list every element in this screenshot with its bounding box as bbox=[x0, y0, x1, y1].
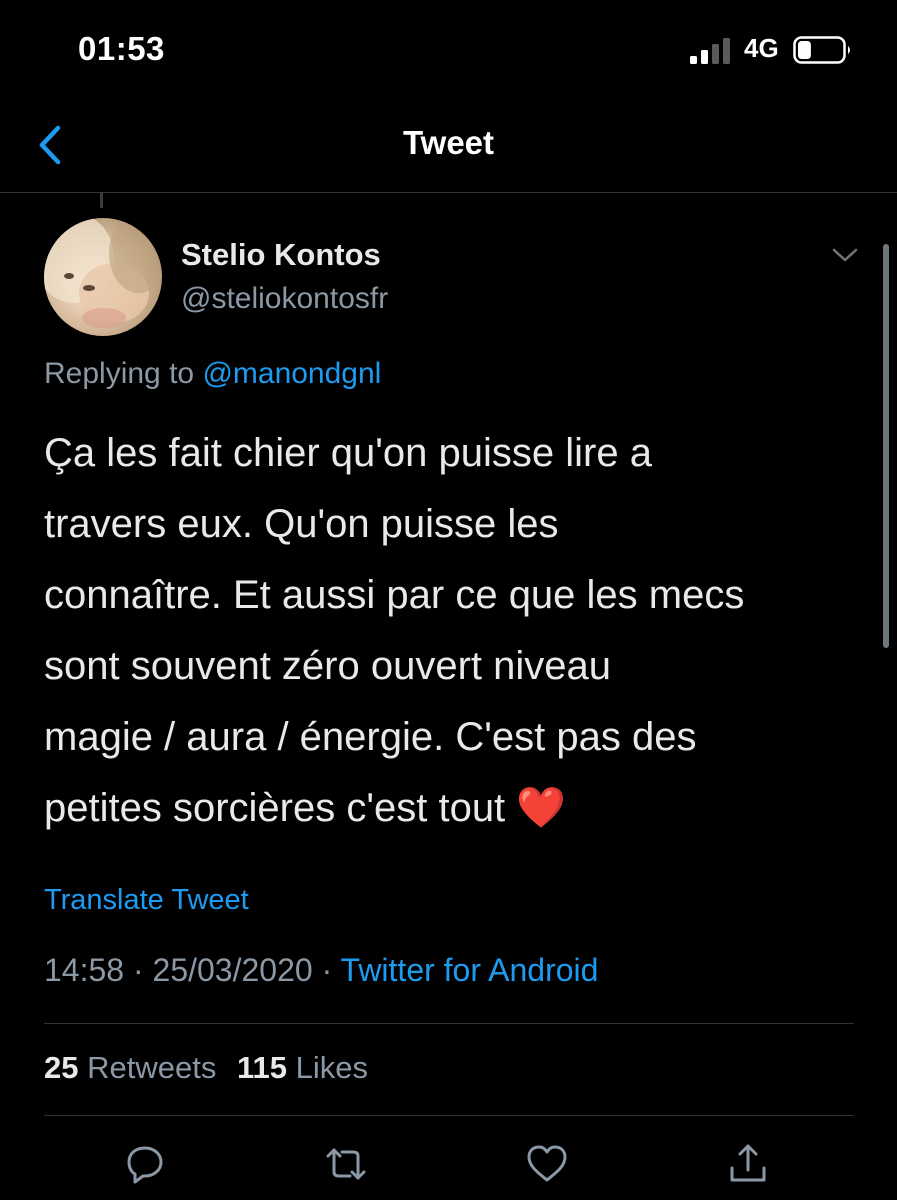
tweet-text-line-content: petites sorcières c'est tout bbox=[44, 786, 506, 830]
tweet-text: Ça les fait chier qu'on puisse lire a tr… bbox=[44, 418, 874, 844]
meta-separator: · bbox=[312, 952, 341, 988]
status-time: 01:53 bbox=[78, 30, 165, 67]
author-handle[interactable]: @steliokontosfr bbox=[181, 282, 388, 316]
divider bbox=[44, 1023, 854, 1024]
divider bbox=[44, 1115, 854, 1116]
share-icon[interactable] bbox=[724, 1140, 772, 1188]
avatar[interactable] bbox=[44, 218, 162, 336]
retweet-icon[interactable] bbox=[322, 1140, 370, 1188]
page-title: Tweet bbox=[402, 124, 495, 161]
likes-label: Likes bbox=[295, 1050, 368, 1085]
tweet-time: 14:58 bbox=[44, 952, 125, 988]
nav-bar: Tweet bbox=[0, 100, 897, 193]
battery-icon bbox=[793, 36, 850, 64]
signal-icon bbox=[690, 38, 730, 64]
tweet-text-line: travers eux. Qu'on puisse les bbox=[44, 502, 559, 546]
tweet-text-line: sont souvent zéro ouvert niveau bbox=[44, 644, 612, 688]
tweet-metadata: 14:58 · 25/03/2020 · Twitter for Android bbox=[44, 952, 598, 989]
retweets-stat[interactable]: 25 Retweets bbox=[44, 1050, 216, 1085]
meta-separator: · bbox=[124, 952, 153, 988]
tweet-text-line: connaître. Et aussi par ce que les mecs bbox=[44, 573, 745, 617]
tweet-source-link[interactable]: Twitter for Android bbox=[341, 952, 599, 988]
scrollbar[interactable] bbox=[883, 244, 889, 648]
tweet-text-line: Ça les fait chier qu'on puisse lire a bbox=[44, 431, 652, 475]
replying-to: Replying to @manondgnl bbox=[44, 357, 381, 391]
likes-count: 115 bbox=[236, 1050, 287, 1085]
chevron-down-icon[interactable] bbox=[830, 242, 860, 266]
reply-icon[interactable] bbox=[121, 1140, 169, 1188]
tweet-text-line: magie / aura / énergie. C'est pas des bbox=[44, 715, 697, 759]
heart-emoji-icon: ❤️ bbox=[516, 786, 567, 830]
replying-to-handle-link[interactable]: @manondgnl bbox=[202, 357, 381, 390]
replying-label: Replying to bbox=[44, 357, 195, 390]
retweets-label: Retweets bbox=[87, 1050, 217, 1085]
thread-connector-line bbox=[100, 192, 103, 208]
status-bar: 01:53 4G bbox=[0, 0, 897, 100]
tweet-text-line-last: petites sorcières c'est tout ❤️ bbox=[44, 773, 874, 844]
avatar-photo bbox=[44, 218, 162, 328]
author-name[interactable]: Stelio Kontos bbox=[181, 237, 381, 273]
translate-tweet-link[interactable]: Translate Tweet bbox=[44, 884, 249, 917]
likes-stat[interactable]: 115 Likes bbox=[237, 1050, 368, 1085]
network-label: 4G bbox=[744, 33, 779, 63]
retweets-count: 25 bbox=[44, 1050, 79, 1085]
tweet-date: 25/03/2020 bbox=[152, 952, 313, 988]
like-icon[interactable] bbox=[523, 1140, 571, 1188]
tweet-stats: 25 Retweets 115 Likes bbox=[44, 1050, 368, 1086]
